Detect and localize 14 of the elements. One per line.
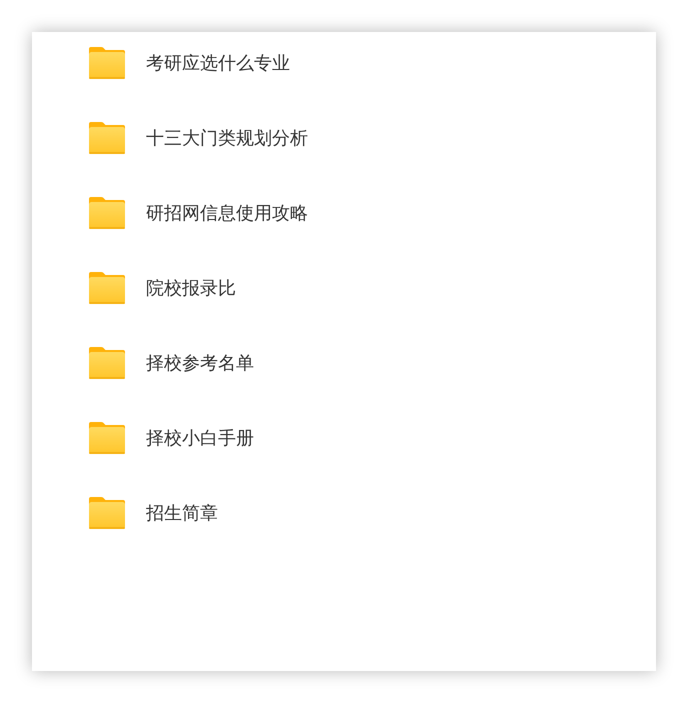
- folder-name[interactable]: 十三大门类规划分析: [146, 126, 308, 150]
- folder-name[interactable]: 研招网信息使用攻略: [146, 201, 308, 225]
- folder-icon: [89, 272, 125, 304]
- folder-name[interactable]: 院校报录比: [146, 276, 236, 300]
- folder-icon: [89, 47, 125, 79]
- folder-icon: [89, 422, 125, 454]
- folder-icon: [89, 347, 125, 379]
- folder-name[interactable]: 考研应选什么专业: [146, 51, 290, 75]
- folder-name[interactable]: 招生简章: [146, 501, 218, 525]
- folder-name[interactable]: 择校小白手册: [146, 426, 254, 450]
- folder-icon: [89, 497, 125, 529]
- folder-icon: [89, 197, 125, 229]
- folder-name[interactable]: 择校参考名单: [146, 351, 254, 375]
- folder-icon: [89, 122, 125, 154]
